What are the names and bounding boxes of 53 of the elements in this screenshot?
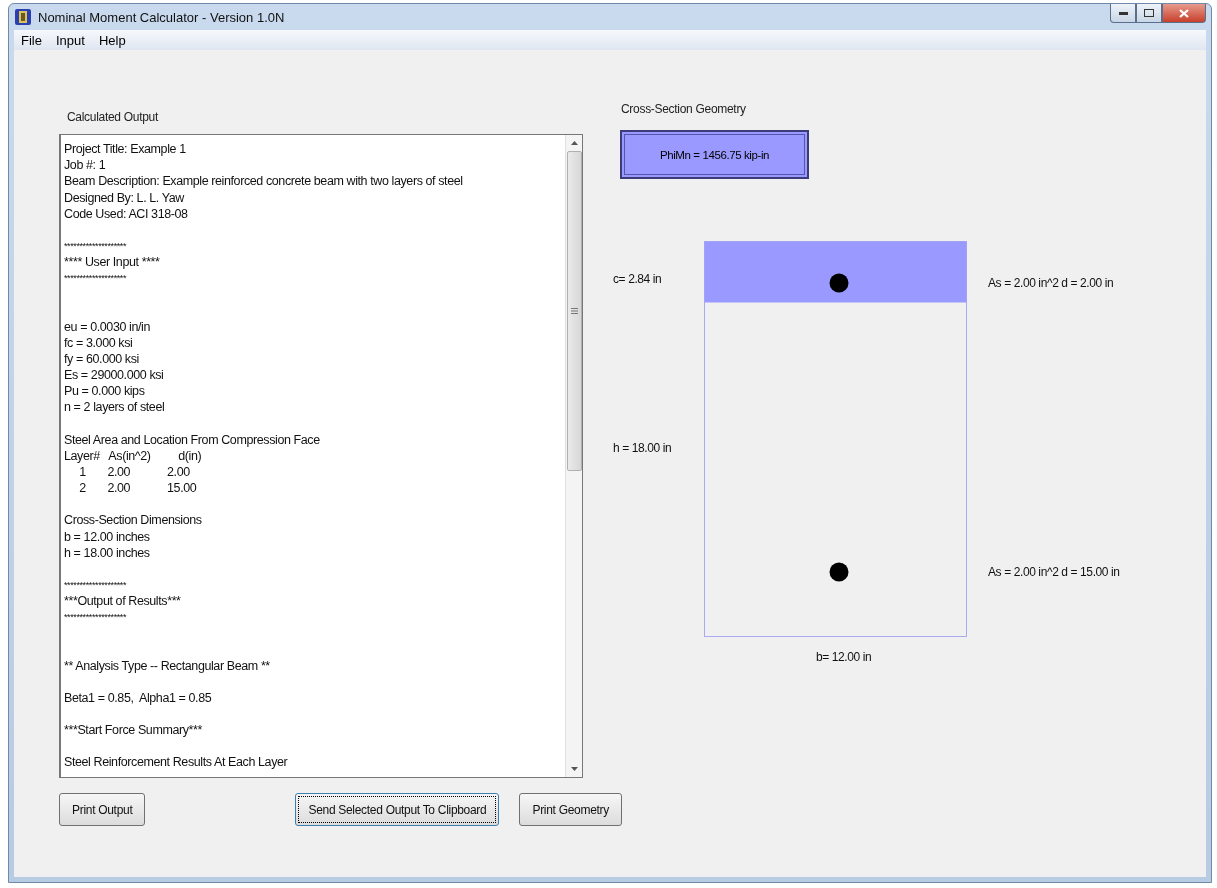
- output-line: **** User Input ****: [64, 254, 161, 271]
- output-line: 1 2.00 2.00: [78, 464, 191, 481]
- output-line: Designed By: L. L. Yaw: [64, 189, 186, 206]
- output-line: Beam Description: Example reinforced concrete beam with two layers of steel: [64, 173, 464, 190]
- output-line: Job #: 1: [64, 157, 107, 174]
- menu-item[interactable]: Help: [93, 32, 131, 48]
- output-line: ***Output of Results***: [64, 593, 182, 610]
- steel-bar-label: As = 2.00 in^2 d = 15.00 in: [988, 565, 1120, 579]
- height-label: h = 18.00 in: [613, 441, 672, 455]
- minimize-button[interactable]: [1110, 4, 1136, 23]
- output-label: Calculated Output: [67, 110, 158, 124]
- action-button[interactable]: Print Output: [59, 793, 146, 826]
- output-line: Cross-Section Dimensions: [64, 512, 203, 529]
- output-line: fy = 60.000 ksi: [64, 350, 140, 368]
- moment-result-box: PhiMn = 1456.75 kip-in: [620, 130, 809, 179]
- output-line: ********************: [64, 578, 128, 592]
- maximize-icon: [1144, 9, 1154, 17]
- output-line: Es = 29000.000 ksi: [64, 367, 165, 384]
- output-line: ********************: [64, 239, 128, 253]
- depth-c-label: c= 2.84 in: [613, 272, 662, 286]
- output-line: ********************: [64, 272, 128, 286]
- output-line: eu = 0.0030 in/in: [64, 318, 151, 335]
- output-line: Project Title: Example 1: [64, 141, 187, 158]
- output-line: Beta1 = 0.85, Alpha1 = 0.85: [64, 689, 213, 706]
- scrollbar[interactable]: [565, 135, 582, 777]
- output-line: ** Analysis Type -- Rectangular Beam **: [64, 657, 271, 674]
- action-button[interactable]: Print Geometry: [519, 793, 622, 826]
- window-title: Nominal Moment Calculator - Version 1.0N: [38, 9, 285, 25]
- scroll-thumb[interactable]: [566, 151, 582, 471]
- output-line: fc = 3.000 ksi: [64, 334, 134, 351]
- menu-item[interactable]: Input: [50, 32, 90, 48]
- width-label: b= 12.00 in: [816, 650, 872, 664]
- output-line: 2 2.00 15.00: [78, 480, 198, 497]
- output-line: Code Used: ACI 318-08: [64, 205, 189, 222]
- close-button[interactable]: [1162, 4, 1206, 23]
- output-line: b = 12.00 inches: [64, 528, 151, 545]
- action-button[interactable]: Send Selected Output To Clipboard: [295, 793, 500, 826]
- output-line: Steel Reinforcement Results At Each Layer: [64, 754, 289, 771]
- output-line: n = 2 layers of steel: [64, 399, 166, 416]
- output-line: ********************: [64, 611, 128, 625]
- output-line: Pu = 0.000 kips: [64, 383, 146, 400]
- close-icon: [1179, 8, 1189, 18]
- menu-item[interactable]: File: [16, 32, 47, 48]
- maximize-button[interactable]: [1136, 4, 1162, 23]
- output-line: Layer# As(in^2) d(in): [64, 447, 203, 464]
- steel-bar-label: As = 2.00 in^2 d = 2.00 in: [988, 276, 1114, 290]
- output-line: Steel Area and Location From Compression Face: [64, 431, 321, 448]
- output-text-area[interactable]: [59, 134, 583, 778]
- output-line: ***Start Force Summary***: [64, 721, 203, 739]
- output-line: h = 18.00 inches: [64, 544, 151, 561]
- geometry-label: Cross-Section Geometry: [621, 102, 746, 116]
- minimize-icon: [1118, 11, 1128, 15]
- app-icon: [14, 8, 32, 26]
